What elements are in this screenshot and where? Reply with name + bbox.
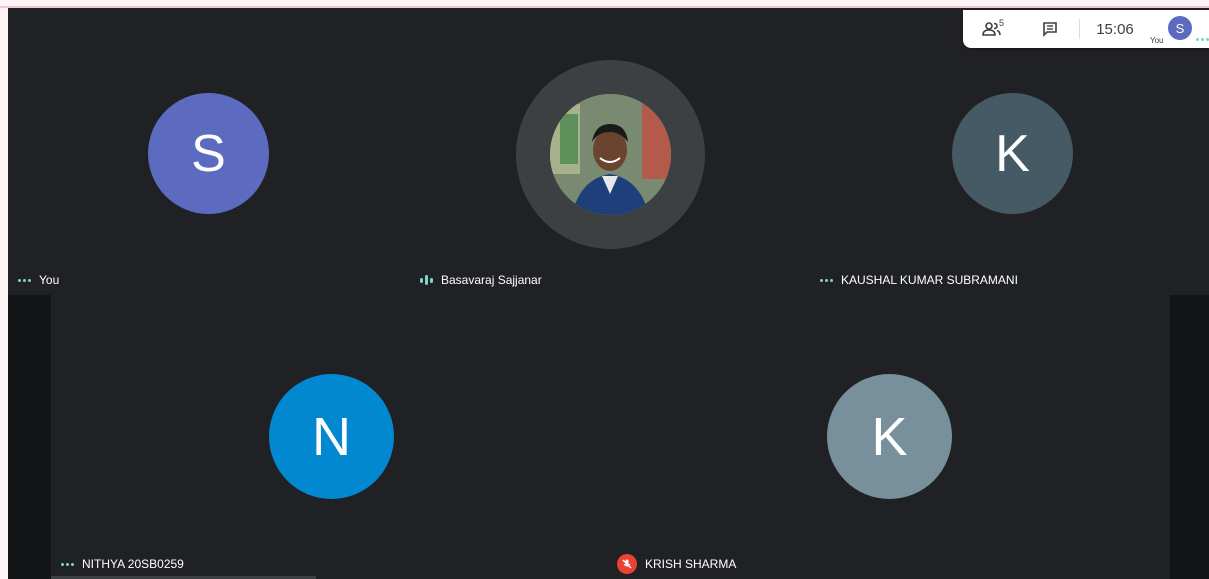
meeting-info-bar: 5 15:06 You S	[963, 10, 1209, 48]
self-avatar-initial: S	[1175, 20, 1185, 36]
browser-edge	[0, 0, 1209, 8]
participant-tile-kaushal[interactable]: K KAUSHAL KUMAR SUBRAMANI	[808, 10, 1209, 295]
participant-tile-nithya[interactable]: N NITHYA 20SB0259	[51, 295, 611, 579]
avatar-initial: K	[995, 124, 1030, 183]
chat-button[interactable]	[1021, 10, 1079, 48]
tile-gutter-left	[8, 295, 51, 579]
person-photo-icon	[550, 94, 671, 215]
participant-tile-krish[interactable]: K KRISH SHARMA	[611, 295, 1170, 579]
avatar: S	[148, 93, 269, 214]
participants-count: 5	[999, 18, 1005, 28]
self-view-button[interactable]: You S	[1150, 10, 1209, 48]
more-options-icon[interactable]	[1196, 38, 1209, 41]
avatar-initial: N	[312, 406, 351, 467]
avatar: N	[269, 374, 394, 499]
avatar: K	[952, 93, 1073, 214]
avatar-initial: S	[191, 124, 226, 183]
participant-name: KAUSHAL KUMAR SUBRAMANI	[841, 273, 1018, 287]
more-options-icon[interactable]	[820, 278, 833, 282]
you-label: You	[1150, 36, 1164, 45]
clock-time: 15:06	[1096, 20, 1134, 38]
more-options-icon[interactable]	[18, 278, 31, 282]
participant-tile-basavaraj[interactable]: Basavaraj Sajjanar	[408, 10, 808, 295]
participant-name-row: Basavaraj Sajjanar	[420, 273, 542, 287]
speaking-indicator-icon	[420, 275, 433, 285]
participants-button[interactable]: 5	[963, 10, 1021, 48]
avatar-photo	[550, 94, 671, 215]
participant-name: KRISH SHARMA	[645, 557, 737, 571]
tile-gutter-right	[1170, 295, 1209, 579]
meeting-clock: 15:06	[1080, 10, 1150, 48]
participant-name: You	[39, 273, 60, 287]
window-left-edge	[0, 8, 8, 579]
participant-name-row: KAUSHAL KUMAR SUBRAMANI	[820, 273, 1018, 287]
self-avatar: S	[1168, 16, 1192, 40]
participant-name-row: NITHYA 20SB0259	[61, 557, 184, 571]
participant-name: NITHYA 20SB0259	[82, 557, 184, 571]
participant-name-row: KRISH SHARMA	[617, 554, 736, 574]
avatar-initial: K	[871, 406, 908, 467]
participant-name-row: You	[18, 273, 59, 287]
chat-icon	[1043, 22, 1057, 37]
participant-name: Basavaraj Sajjanar	[441, 273, 542, 287]
mic-off-icon	[617, 554, 637, 574]
avatar: K	[827, 374, 952, 499]
participant-tile-you[interactable]: S You	[8, 10, 408, 295]
more-options-icon[interactable]	[61, 562, 74, 566]
